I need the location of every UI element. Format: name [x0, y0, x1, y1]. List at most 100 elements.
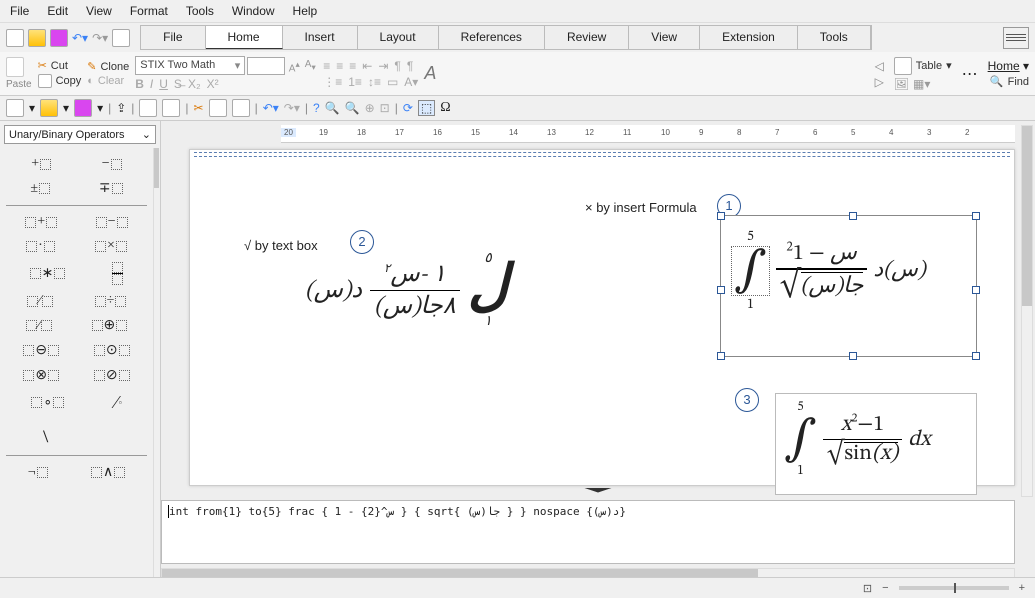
redo-icon[interactable]: ↷▾ [92, 31, 108, 45]
op-otimes[interactable]: ⊗ [23, 367, 59, 384]
pilcrow-icon[interactable]: ¶ [394, 59, 400, 73]
align-right-icon[interactable]: ≡ [349, 59, 356, 73]
linespace-icon[interactable]: ↕≡ [368, 75, 381, 89]
border-icon[interactable]: ▦▾ [913, 77, 930, 91]
home-link[interactable]: Home ▾ [988, 59, 1029, 73]
tb-zoomout-icon[interactable]: 🔍 [345, 101, 360, 115]
tb-print-icon[interactable] [139, 99, 157, 117]
align-left-icon[interactable]: ≡ [323, 59, 330, 73]
op-cdot[interactable]: · [26, 238, 55, 254]
subscript-icon[interactable]: X₂ [188, 77, 201, 91]
underline-icon[interactable]: U [159, 77, 168, 91]
tb-redo-icon[interactable]: ↷▾ [284, 101, 300, 115]
op-slash[interactable]: ⁄ [27, 293, 53, 309]
print-icon[interactable] [112, 29, 130, 47]
tab-file[interactable]: File [141, 26, 205, 49]
numbering-icon[interactable]: 1≡ [348, 75, 362, 89]
formula-object-3[interactable]: 5 ∫ 1 x2−1 √sin(x) dx [775, 393, 977, 495]
fontcolor-icon[interactable]: A▾ [404, 75, 418, 89]
tab-view[interactable]: View [629, 26, 700, 49]
ribbon-menu-icon[interactable] [1003, 27, 1029, 49]
tab-review[interactable]: Review [545, 26, 629, 49]
zoom-fit-icon[interactable]: ⊡ [863, 582, 872, 595]
category-dropdown[interactable]: Unary/Binary Operators⌄ [4, 125, 156, 144]
tb-open-icon[interactable] [40, 99, 58, 117]
tb-cut-icon[interactable]: ✂ [194, 101, 204, 115]
op-widebslash[interactable]: ﹨ [37, 421, 55, 447]
op-div[interactable]: ÷ [95, 293, 127, 309]
nav-left-icon[interactable]: ◁ [875, 59, 884, 73]
op-pm[interactable]: ± [30, 180, 50, 197]
op-ominus[interactable]: ⊖ [23, 342, 59, 359]
op-wideslash[interactable]: ⁄▫ [115, 392, 122, 413]
tb-copy-icon[interactable] [209, 99, 227, 117]
tab-references[interactable]: References [439, 26, 545, 49]
highlight-icon[interactable]: ▭ [387, 75, 398, 89]
menu-window[interactable]: Window [232, 4, 275, 18]
rtl-icon[interactable]: ¶ [407, 59, 413, 73]
indent-dec-icon[interactable]: ⇤ [362, 59, 372, 73]
op-bslash[interactable]: ∕ [26, 317, 52, 334]
op-odot[interactable]: ⊙ [94, 342, 130, 359]
tb-help-icon[interactable]: ? [313, 101, 320, 115]
op-bplus[interactable]: + [25, 214, 57, 230]
font-name-combo[interactable]: STIX Two Math ▾ [135, 56, 245, 75]
menu-view[interactable]: View [86, 4, 112, 18]
more-icon[interactable]: ⋯ [962, 64, 978, 84]
bold-icon[interactable]: B [135, 77, 144, 91]
save-icon[interactable] [50, 29, 68, 47]
menu-help[interactable]: Help [293, 4, 318, 18]
italic-icon[interactable]: I [150, 77, 153, 91]
tb-zoomfit-icon[interactable]: ⊡ [380, 101, 390, 115]
align-center-icon[interactable]: ≡ [336, 59, 343, 73]
menu-file[interactable]: File [10, 4, 29, 18]
tb-zoomin-icon[interactable]: 🔍 [325, 101, 340, 115]
op-oplus[interactable]: ⊕ [92, 317, 128, 334]
superscript-icon[interactable]: X² [207, 77, 219, 91]
zoom-out-icon[interactable]: − [882, 582, 888, 594]
font-size-combo[interactable] [247, 57, 285, 75]
tab-extension[interactable]: Extension [700, 26, 798, 49]
tb-undo-icon[interactable]: ↶▾ [263, 101, 279, 115]
tb-zoom100-icon[interactable]: ⊕ [365, 101, 375, 115]
clear-button[interactable]: ◐Clear [87, 75, 129, 87]
nav-right-icon[interactable]: ▷ [875, 75, 884, 89]
grow-font-icon[interactable]: A▴ [287, 59, 301, 73]
horizontal-ruler[interactable]: 20 19 18 17 16 15 14 13 12 11 10 9 8 7 6… [281, 125, 1015, 143]
document-page[interactable]: × by insert Formula 1 √ by text box 2 5 … [189, 149, 1015, 487]
menu-tools[interactable]: Tools [186, 4, 214, 18]
zoom-slider[interactable] [899, 586, 1009, 590]
table-button[interactable]: Table ▾ [894, 57, 952, 75]
tb-omega-icon[interactable]: Ω [440, 100, 450, 116]
menu-edit[interactable]: Edit [47, 4, 68, 18]
paste-icon[interactable] [6, 57, 24, 77]
op-neg[interactable]: ¬ [28, 464, 48, 481]
cut-button[interactable]: ✂Cut [38, 59, 82, 72]
op-ast[interactable]: ∗ [30, 262, 66, 285]
tb-export-icon[interactable]: ⇪ [116, 101, 126, 115]
new-doc-icon[interactable] [6, 29, 24, 47]
tab-home[interactable]: Home [206, 26, 283, 49]
formula-textbox-2[interactable]: د(س) ١ -س٢ ٨جا(س) ٥ ل ١ [305, 250, 565, 370]
copy-button[interactable]: Copy [38, 74, 82, 88]
tb-preview-icon[interactable] [162, 99, 180, 117]
op-minus[interactable]: − [102, 156, 122, 172]
tb-refresh-icon[interactable]: ⟳ [403, 101, 413, 115]
formula-command-input[interactable]: int from{1} to{5} frac { 1 - {2}^س } { s… [161, 500, 1015, 564]
tab-tools[interactable]: Tools [798, 26, 871, 49]
undo-icon[interactable]: ↶▾ [72, 31, 88, 45]
panel-scrollbar[interactable] [153, 148, 160, 581]
op-mp[interactable]: ∓ [99, 180, 123, 197]
bullets-icon[interactable]: ⋮≡ [323, 75, 342, 89]
op-oslash[interactable]: ⊘ [94, 367, 130, 384]
zoom-in-icon[interactable]: + [1019, 582, 1025, 594]
styles-icon[interactable]: A [424, 63, 436, 84]
formula-object-1[interactable]: 5 ∫ 1 2س − 1 √(س)جا د(س) [720, 215, 977, 357]
image-icon[interactable]: 🖼 [894, 77, 909, 91]
tb-cursor-icon[interactable]: ⬚ [418, 100, 435, 116]
open-icon[interactable] [28, 29, 46, 47]
tb-paste-icon[interactable] [232, 99, 250, 117]
strike-icon[interactable]: S̶ [174, 77, 182, 91]
tab-layout[interactable]: Layout [358, 26, 439, 49]
op-bminus[interactable]: − [96, 214, 128, 230]
